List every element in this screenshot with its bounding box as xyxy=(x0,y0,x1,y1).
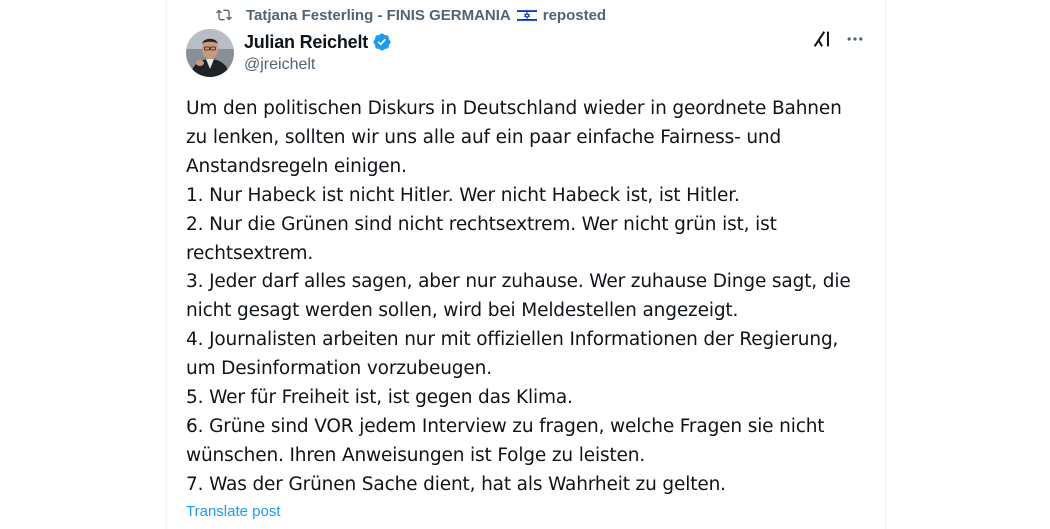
author-block: Julian Reichelt @jreichelt xyxy=(244,30,392,74)
post-text: Um den politischen Diskurs in Deutschlan… xyxy=(186,95,866,500)
avatar[interactable] xyxy=(186,29,234,77)
post-text-line: wünschen. Ihren Anweisungen ist Folge zu… xyxy=(186,444,646,466)
author-name-row: Julian Reichelt xyxy=(244,30,392,54)
post-text-line: 2. Nur die Grünen sind nicht rechtsextre… xyxy=(186,213,777,235)
verified-badge-icon[interactable] xyxy=(372,32,392,52)
post-text-line: rechtsextrem. xyxy=(186,242,314,264)
grok-icon xyxy=(811,28,833,55)
author-handle[interactable]: @jreichelt xyxy=(244,56,392,74)
post-text-line: 6. Grüne sind VOR jedem Interview zu fra… xyxy=(186,415,825,437)
post-text-line: nicht gesagt werden sollen, wird bei Mel… xyxy=(186,300,739,322)
reposter-name[interactable]: Tatjana Festerling - FINIS GERMANIA xyxy=(246,7,511,24)
israel-flag-icon xyxy=(516,8,537,22)
repost-header[interactable]: Tatjana Festerling - FINIS GERMANIA repo… xyxy=(216,5,606,25)
post-text-line: Anstandsregeln einigen. xyxy=(186,155,407,177)
post-text-line: 7. Was der Grünen Sache dient, hat als W… xyxy=(186,473,726,495)
post-text-line: 4. Journalisten arbeiten nur mit offizie… xyxy=(186,329,839,351)
grok-button[interactable] xyxy=(809,28,835,54)
translate-post-link[interactable]: Translate post xyxy=(186,503,281,520)
more-options-icon xyxy=(845,29,865,54)
post-text-line: 5. Wer für Freiheit ist, ist gegen das K… xyxy=(186,387,573,409)
post-text-line: 1. Nur Habeck ist nicht Hitler. Wer nich… xyxy=(186,184,740,206)
post-text-line: um Desinformation vorzubeugen. xyxy=(186,358,492,380)
repost-icon xyxy=(216,7,232,23)
page: Tatjana Festerling - FINIS GERMANIA repo… xyxy=(0,0,1050,529)
post-text-line: Um den politischen Diskurs in Deutschlan… xyxy=(186,98,842,119)
post-text-line: 3. Jeder darf alles sagen, aber nur zuha… xyxy=(186,271,851,293)
author-display-name[interactable]: Julian Reichelt xyxy=(244,32,368,53)
more-options-button[interactable] xyxy=(842,28,868,54)
repost-suffix: reposted xyxy=(542,6,607,24)
post-text-line: zu lenken, sollten wir uns alle auf ein … xyxy=(186,126,782,148)
